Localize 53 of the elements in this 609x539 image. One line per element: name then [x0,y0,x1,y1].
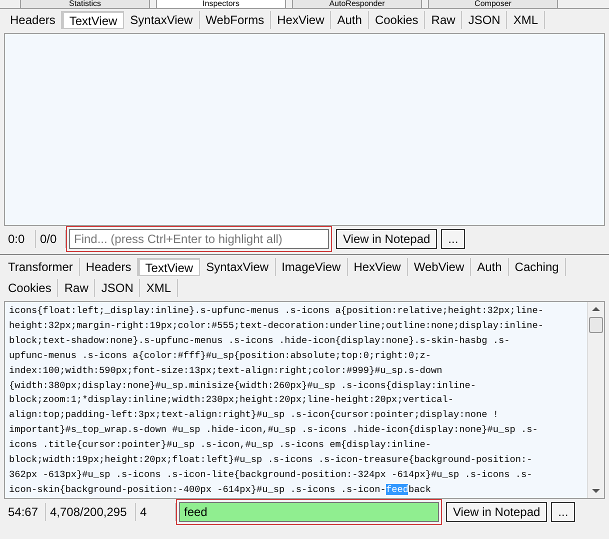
status-text: 0/0 [36,230,66,248]
tab[interactable]: Auth [331,11,369,29]
scroll-up-icon [592,307,600,311]
tab[interactable]: Inspectors [156,0,286,8]
tab[interactable]: XML [140,279,178,297]
tab[interactable]: Auth [471,258,509,276]
tab[interactable]: HexView [271,11,332,29]
more-button[interactable]: ... [441,229,466,249]
tab[interactable]: XML [507,11,546,29]
tab[interactable]: WebForms [200,11,272,29]
code-line: block;width:19px;height:20px;float:left}#u_sp .s-icons .s-icon-treasure{background-position:- [9,453,534,468]
code-line: height:32px;margin-right:19px;color:#555;text-decoration:underline;outline:none;display:inline- [9,318,544,333]
tab[interactable]: Cookies [368,11,426,29]
tab[interactable]: TextView [62,11,124,29]
find-field[interactable]: Find... (press Ctrl+Enter to highlight all) [69,229,329,249]
code-line: align:top;padding-left:3px;text-align:right}#u_sp .s-icon{cursor:pointer;display:none ! [9,408,500,422]
scroll-thumb[interactable] [589,317,603,333]
code-line: important}#s_top_wrap.s-down #u_sp .hide-icon,#u_sp .s-icons .hide-icon{display:none}#u_sp .s- [9,423,539,438]
tab[interactable]: ImageView [276,258,348,276]
code-line: upfunc-menus .s-icons a{color:#fff}#u_sp{position:absolute;top:0;right:0;z- [9,348,432,363]
code-line: icon-skin{background-position:-400px -614px}#u_sp .s-icons .s-icon-feedback [9,482,432,497]
tab[interactable]: Raw [425,11,462,29]
tab[interactable]: AutoResponder [292,0,422,8]
tab[interactable]: Transformer [2,258,80,276]
tab[interactable]: SyntaxView [124,11,200,29]
more-button[interactable]: ... [551,502,576,522]
status-text: 4 [136,503,176,521]
tab[interactable]: Statistics [20,0,150,8]
code-line: icons .title{cursor:pointer}#u_sp .s-icon,#u_sp .s-icons em{display:inline- [9,438,432,452]
tab[interactable]: JSON [95,279,140,297]
code-line: block;text-shadow:none}.s-upfunc-menus .s-icons .hide-icon{display:none}.s-skin-hasbg .s- [9,334,511,348]
tab[interactable]: Caching [508,258,566,276]
tab[interactable]: Cookies [2,279,58,297]
code-line: 362px -613px}#u_sp .s-icons .s-icon-lite{background-position:-324px -614px}#u_sp .s-icons .s- [9,468,534,482]
notepad-button[interactable]: View in Notepad [336,229,438,249]
notepad-button[interactable]: View in Notepad [446,502,548,522]
code-line: index:100;width:590px;font-size:13px;text-align:right;color:#999}#u_sp.s-down [9,364,444,378]
tab[interactable]: WebView [408,258,472,276]
tab[interactable]: JSON [462,11,508,29]
find-field[interactable]: feed [179,502,439,522]
tab[interactable]: Composer [428,0,558,8]
tab[interactable]: SyntaxView [200,258,276,276]
tab[interactable]: TextView [138,258,200,276]
scrollbar[interactable] [587,302,604,498]
scroll-down-icon [592,489,600,493]
status-text: 54:67 [4,503,46,521]
code-line: block;zoom:1;*display:inline;width:230px;height:20px;line-height:20px;vertical- [9,393,454,408]
code-line: icons{float:left;_display:inline}.s-upfunc-menus .s-icons a{position:relative;height:32px;line- [9,304,544,318]
code-line: {width:380px;display:none}#u_sp.minisize{width:260px}#u_sp .s-icons{display:inline- [9,378,477,393]
tab[interactable]: Raw [58,279,96,297]
tab[interactable]: HexView [348,258,408,276]
status-text: 0:0 [4,230,36,248]
status-text: 4,708/200,295 [46,503,136,521]
